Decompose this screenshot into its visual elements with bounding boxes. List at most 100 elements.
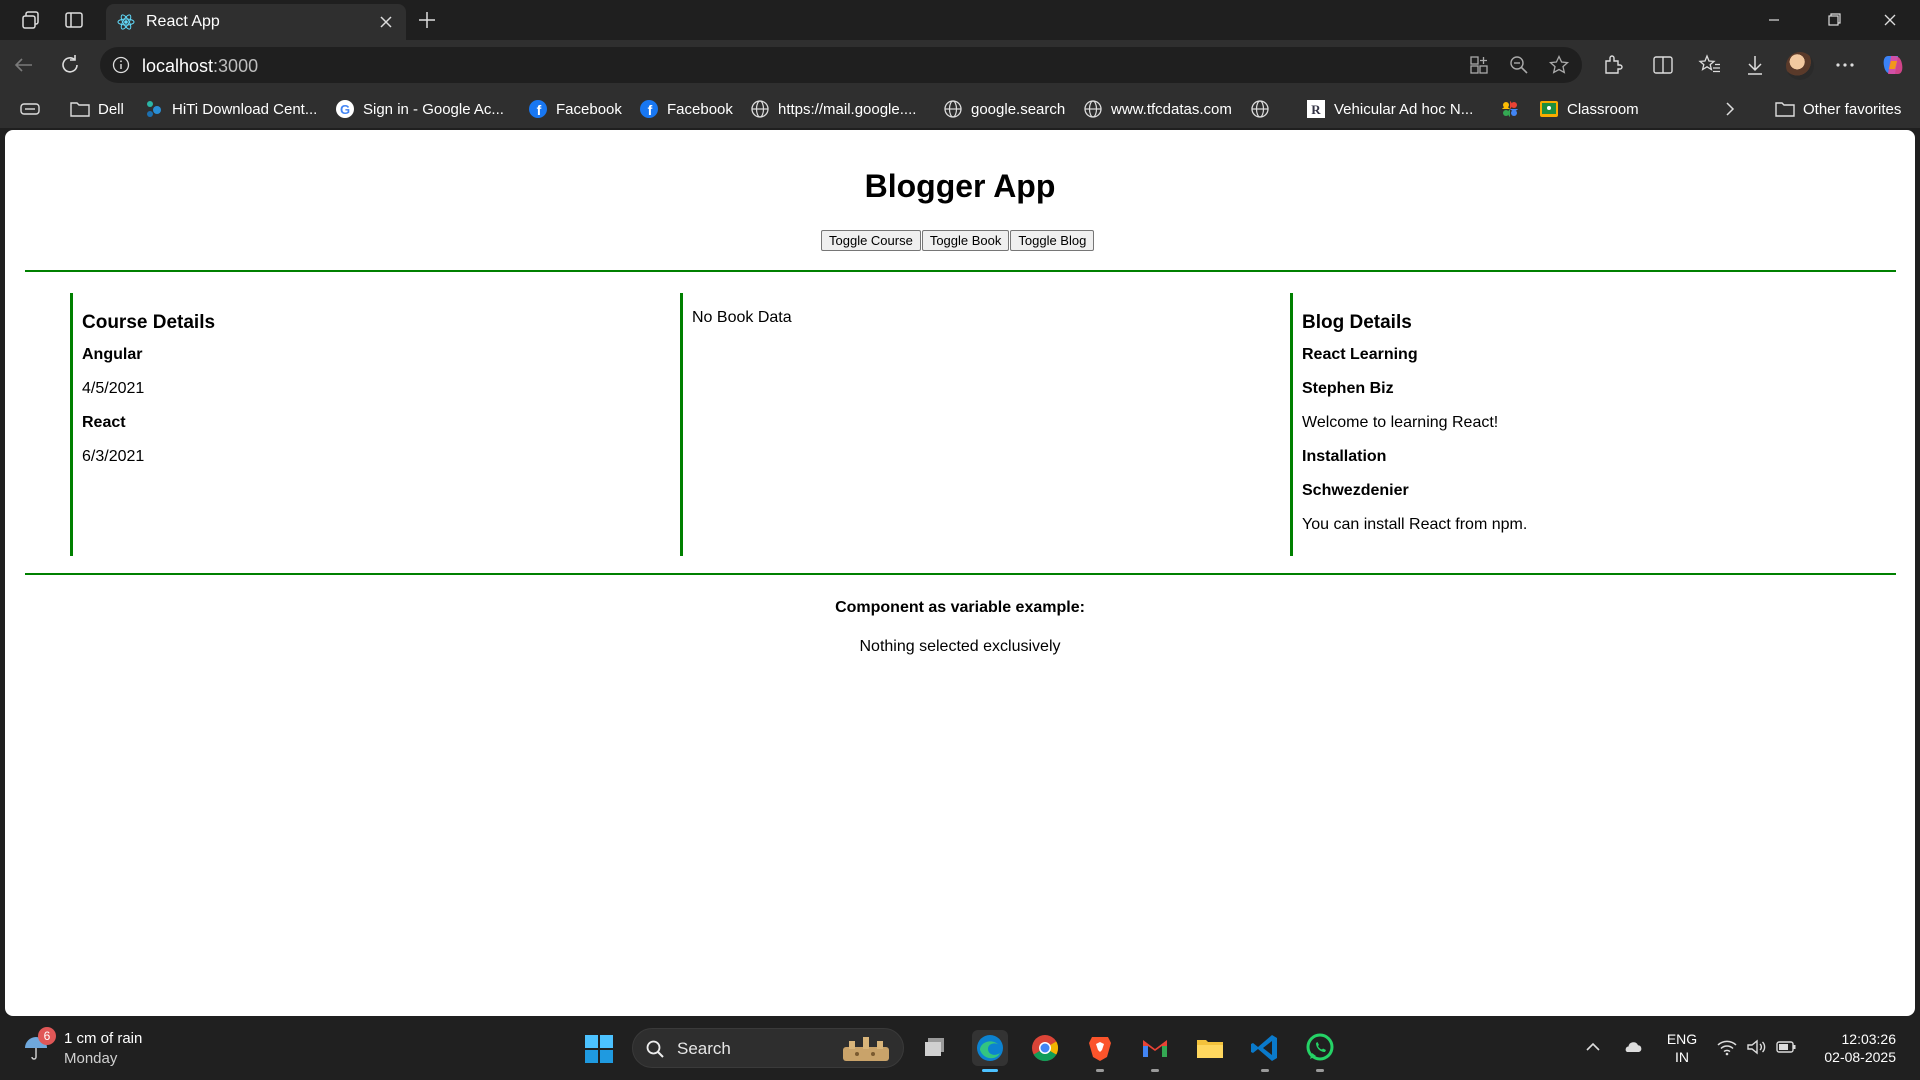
zoom-out-icon[interactable] — [1508, 54, 1530, 76]
close-tab-icon[interactable] — [374, 10, 398, 34]
refresh-icon[interactable] — [56, 51, 84, 79]
chrome-app[interactable] — [1027, 1030, 1063, 1066]
search-icon — [646, 1040, 664, 1058]
no-book-data-text: No Book Data — [692, 309, 792, 326]
profile-avatar[interactable] — [1786, 52, 1814, 80]
split-screen-icon[interactable] — [1650, 52, 1676, 78]
whatsapp-app[interactable] — [1302, 1030, 1338, 1072]
language-code: ENG — [1666, 1031, 1698, 1047]
bookmark-label: Classroom — [1567, 100, 1639, 118]
weather-day: Monday — [64, 1050, 118, 1067]
address-bar[interactable]: localhost:3000 — [100, 47, 1582, 83]
windows-taskbar: 6 1 cm of rain Monday Search ENG IN 12:0… — [0, 1016, 1920, 1080]
favorites-icon[interactable] — [1697, 52, 1723, 78]
toggle-course-button[interactable]: Toggle Course — [821, 230, 921, 251]
toggle-blog-button[interactable]: Toggle Blog — [1010, 230, 1095, 251]
folder-icon — [1775, 102, 1795, 117]
bookmark-dell[interactable]: Dell — [70, 99, 124, 119]
edge-app[interactable] — [972, 1030, 1008, 1072]
globe-icon — [944, 100, 962, 118]
file-explorer-app[interactable] — [1192, 1030, 1228, 1066]
collections-icon[interactable] — [20, 100, 40, 118]
minimize-icon[interactable] — [1756, 6, 1792, 34]
edge-icon — [977, 1035, 1003, 1061]
site-info-icon[interactable] — [112, 56, 130, 74]
svg-text:G: G — [340, 102, 350, 117]
close-window-icon[interactable] — [1872, 6, 1908, 34]
copilot-icon[interactable] — [1880, 52, 1906, 78]
browser-toolbar: localhost:3000 — [0, 40, 1920, 90]
bookmark-other-favorites[interactable]: Other favorites — [1775, 99, 1901, 119]
brave-icon — [1089, 1037, 1111, 1061]
url-text: localhost:3000 — [142, 56, 258, 77]
bookmark-google-signin[interactable]: G Sign in - Google Ac... — [335, 99, 504, 119]
bookmark-label: https://mail.google.... — [778, 100, 917, 118]
running-indicator — [982, 1069, 998, 1072]
url-port: :3000 — [213, 56, 259, 76]
bookmark-google-search[interactable]: google.search — [943, 99, 1065, 119]
hiti-icon — [147, 101, 161, 117]
book-details-panel: No Book Data — [680, 293, 1290, 556]
app-available-icon[interactable] — [1468, 54, 1490, 76]
bookmark-hiti[interactable]: HiTi Download Cent... — [144, 99, 317, 119]
gmail-app[interactable] — [1137, 1030, 1173, 1072]
taskbar-search[interactable]: Search — [632, 1028, 904, 1068]
workspaces-icon[interactable] — [20, 9, 42, 31]
bookmark-label: HiTi Download Cent... — [172, 100, 318, 118]
gmail-icon — [1143, 1040, 1167, 1057]
bookmark-mail-google[interactable]: https://mail.google.... — [750, 99, 916, 119]
weather-text[interactable]: 1 cm of rain — [64, 1030, 142, 1047]
folder-icon — [70, 102, 90, 117]
search-label: Search — [677, 1039, 731, 1058]
blog-title: Installation — [1302, 448, 1387, 465]
extensions-icon[interactable] — [1600, 52, 1626, 78]
course-details-heading: Course Details — [82, 312, 216, 333]
bookmark-vehicular[interactable]: R Vehicular Ad hoc N... — [1306, 99, 1473, 119]
chevron-up-icon[interactable] — [1582, 1036, 1604, 1058]
running-indicator — [1261, 1069, 1269, 1072]
globe-icon — [1084, 100, 1102, 118]
blog-content: Welcome to learning React! — [1302, 414, 1499, 431]
bookmark-facebook-2[interactable]: f Facebook — [639, 99, 733, 119]
new-tab-icon[interactable] — [414, 7, 440, 33]
chevron-right-icon[interactable] — [1720, 99, 1740, 119]
tab-title: React App — [146, 13, 220, 30]
vscode-icon — [1251, 1035, 1277, 1061]
bookmark-label: Facebook — [667, 100, 733, 118]
vscode-app[interactable] — [1247, 1030, 1283, 1072]
system-clock[interactable]: 12:03:26 02-08-2025 — [1810, 1030, 1896, 1066]
brave-app[interactable] — [1082, 1030, 1118, 1072]
running-indicator — [1096, 1069, 1104, 1072]
blog-author: Stephen Biz — [1302, 380, 1394, 397]
blog-content: You can install React from npm. — [1302, 516, 1528, 533]
bookmark-facebook-1[interactable]: f Facebook — [528, 99, 622, 119]
wifi-icon[interactable] — [1716, 1036, 1738, 1058]
back-icon[interactable] — [10, 51, 38, 79]
page-viewport: Blogger App Toggle Course Toggle Book To… — [5, 130, 1915, 1016]
globe-icon[interactable] — [1250, 99, 1270, 119]
bookmark-tfcdatas[interactable]: www.tfcdatas.com — [1083, 99, 1232, 119]
task-view-icon — [925, 1038, 944, 1056]
favorite-star-icon[interactable] — [1548, 54, 1570, 76]
task-view-app[interactable] — [918, 1030, 954, 1066]
onedrive-cloud-icon[interactable] — [1622, 1036, 1644, 1058]
photos-pinwheel-icon[interactable] — [1500, 99, 1520, 119]
battery-icon[interactable] — [1775, 1036, 1797, 1058]
page-title: Blogger App — [864, 168, 1056, 204]
vertical-tabs-icon[interactable] — [63, 9, 85, 31]
react-logo-icon — [117, 14, 135, 30]
r-icon: R — [1307, 100, 1325, 118]
bookmark-label: Dell — [98, 100, 124, 118]
input-language[interactable]: ENG IN — [1666, 1030, 1698, 1066]
more-options-icon[interactable] — [1832, 52, 1858, 78]
volume-icon[interactable] — [1745, 1036, 1767, 1058]
active-tab[interactable]: React App — [106, 4, 406, 40]
running-indicator — [1151, 1069, 1159, 1072]
downloads-icon[interactable] — [1742, 52, 1768, 78]
toggle-book-button[interactable]: Toggle Book — [921, 230, 1010, 251]
bookmark-classroom[interactable]: Classroom — [1539, 99, 1639, 119]
region-code: IN — [1675, 1049, 1689, 1065]
restore-icon[interactable] — [1816, 6, 1852, 34]
course-name: Angular — [82, 346, 143, 363]
windows-start-icon[interactable] — [584, 1034, 614, 1064]
